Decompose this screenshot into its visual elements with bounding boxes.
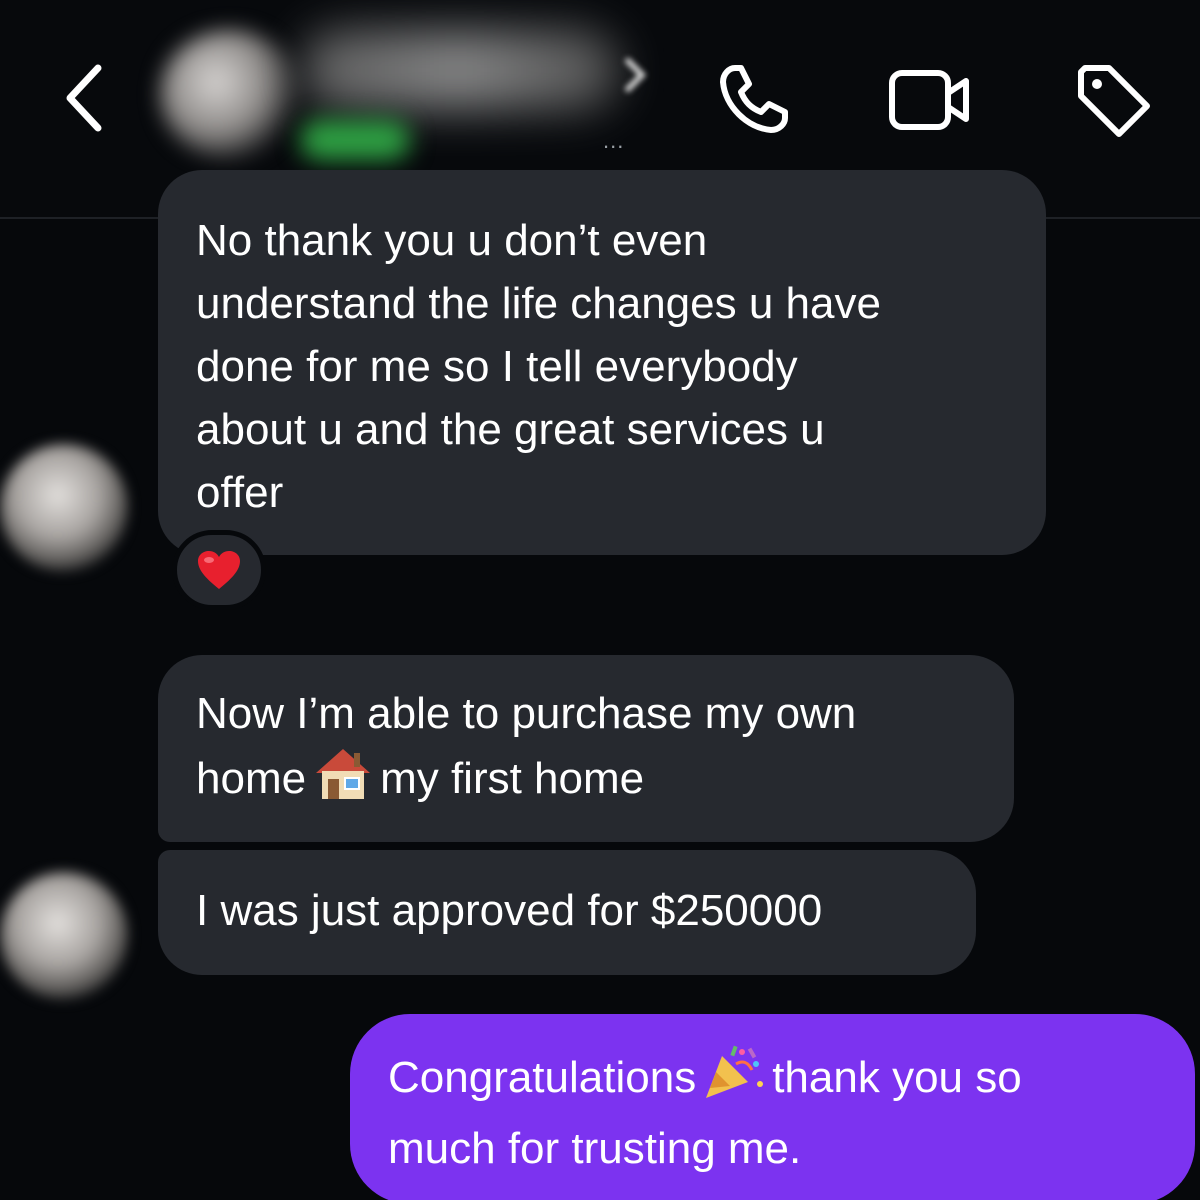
voice-call-button[interactable] xyxy=(708,58,798,142)
message-reaction[interactable] xyxy=(172,530,266,610)
back-button[interactable] xyxy=(50,58,120,138)
active-status-indicator xyxy=(300,120,410,160)
contact-status-text: ... xyxy=(603,128,625,153)
chevron-left-icon xyxy=(66,64,102,132)
party-popper-emoji-icon xyxy=(702,1042,766,1117)
house-emoji-icon xyxy=(312,745,374,818)
contact-info[interactable] xyxy=(160,10,630,160)
message-text: Congratulations xyxy=(388,1053,697,1102)
message-text: I was just approved for $250000 xyxy=(196,886,823,935)
phone-icon xyxy=(720,65,788,133)
sender-avatar[interactable] xyxy=(0,444,128,572)
tag-button[interactable] xyxy=(1068,58,1158,142)
message-text: No thank you u don’t even understand the… xyxy=(196,216,881,517)
message-text: my first home xyxy=(380,754,645,803)
chat-screen: ... No thank you u don’t even understand… xyxy=(0,0,1200,1200)
chevron-right-icon xyxy=(625,58,647,92)
incoming-message[interactable]: No thank you u don’t even understand the… xyxy=(158,170,1046,555)
video-camera-icon xyxy=(889,70,969,130)
sender-avatar[interactable] xyxy=(0,872,128,1000)
outgoing-message[interactable]: Congratulations thank you so much for tr… xyxy=(350,1014,1195,1200)
heart-icon xyxy=(198,551,240,589)
incoming-message[interactable]: I was just approved for $250000 xyxy=(158,850,976,975)
contact-name xyxy=(300,30,620,110)
tag-icon xyxy=(1078,65,1150,137)
video-call-button[interactable] xyxy=(884,58,974,142)
contact-avatar xyxy=(160,30,300,160)
incoming-message[interactable]: Now I’m able to purchase my own home my … xyxy=(158,655,1014,842)
